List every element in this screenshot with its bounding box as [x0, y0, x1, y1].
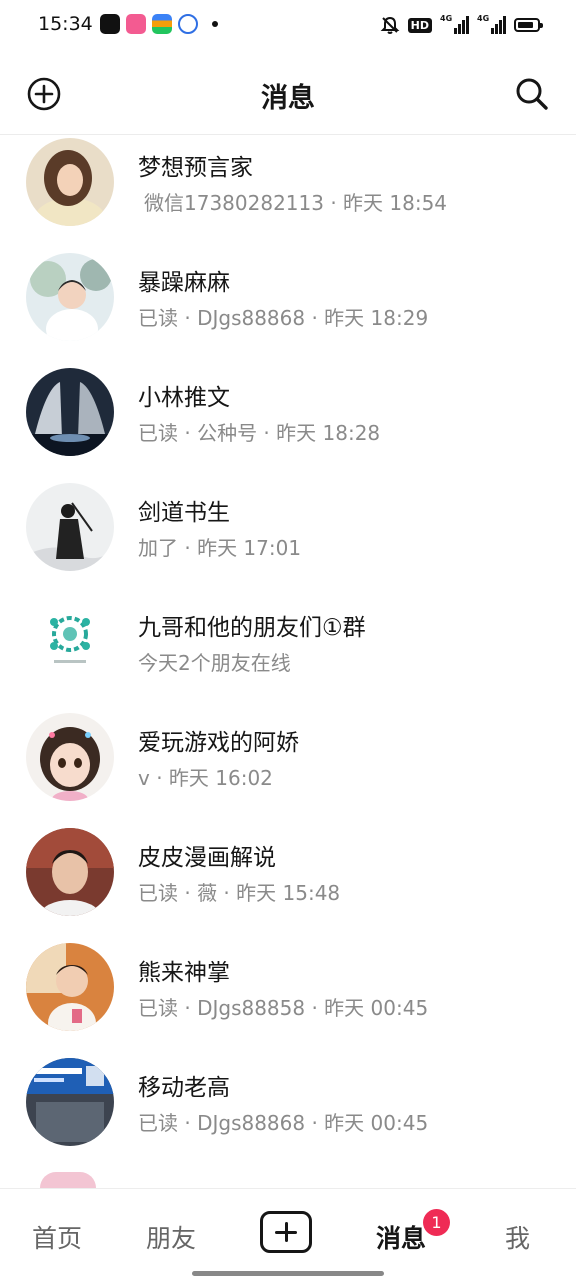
conversation-row[interactable]: 暴躁麻麻 已读 · DJgs88868 · 昨天 18:29 [0, 250, 576, 365]
conversation-row[interactable]: 熊来神掌 已读 · DJgs88858 · 昨天 00:45 [0, 940, 576, 1055]
conversation-preview: v · 昨天 16:02 [138, 766, 273, 790]
conversation-list: 梦想预言家 微信17380282113 · 昨天 18:54 暴躁麻麻 已读 ·… [0, 135, 576, 1170]
conversation-preview: 已读 · DJgs88868 · 昨天 00:45 [138, 1111, 429, 1135]
conversation-preview: 今天2个朋友在线 [138, 651, 291, 675]
tab-friends[interactable]: 朋友 [146, 1219, 196, 1255]
avatar[interactable] [26, 368, 114, 456]
conversation-preview: 微信17380282113 · 昨天 18:54 [144, 191, 448, 215]
conversation-name: 小林推文 [138, 385, 230, 411]
conversation-name: 剑道书生 [138, 500, 230, 526]
tab-messages[interactable]: 消息 [376, 1219, 426, 1255]
conversation-preview: 加了 · 昨天 17:01 [138, 536, 302, 560]
conversation-name: 皮皮漫画解说 [138, 845, 276, 871]
wallet-app-icon [152, 14, 172, 34]
hd-badge: HD [407, 17, 432, 33]
conversation-preview: 已读 · DJgs88858 · 昨天 00:45 [138, 996, 429, 1020]
conversation-name: 移动老高 [138, 1075, 230, 1101]
tab-home[interactable]: 首页 [32, 1219, 82, 1255]
status-bar: 15:34 HD 4G 4G [0, 0, 576, 52]
avatar[interactable] [26, 138, 114, 226]
plus-box-icon[interactable] [260, 1211, 312, 1253]
tiktok-app-icon [100, 14, 120, 34]
tab-me[interactable]: 我 [505, 1219, 530, 1255]
conversation-name: 九哥和他的朋友们①群 [138, 615, 366, 641]
conversation-name: 暴躁麻麻 [138, 270, 230, 296]
unread-badge: 1 [423, 1209, 450, 1236]
conversation-row[interactable]: 梦想预言家 微信17380282113 · 昨天 18:54 [0, 135, 576, 250]
more-notifications-dot [212, 21, 218, 27]
status-system-icons: HD 4G 4G [380, 14, 543, 35]
conversation-row[interactable]: 小林推文 已读 · 公种号 · 昨天 18:28 [0, 365, 576, 480]
network-label-1: 4G [440, 14, 453, 23]
baidu-app-icon [178, 14, 198, 34]
mute-bell-icon [380, 16, 400, 34]
avatar[interactable] [26, 253, 114, 341]
avatar[interactable] [26, 713, 114, 801]
network-label-2: 4G [477, 14, 490, 23]
status-time: 15:34 [38, 13, 93, 35]
avatar[interactable] [26, 828, 114, 916]
conversation-row[interactable]: 九哥和他的朋友们①群 今天2个朋友在线 [0, 595, 576, 710]
conversation-preview: 已读 · 公种号 · 昨天 18:28 [138, 421, 381, 445]
conversation-name: 熊来神掌 [138, 960, 230, 986]
page-header: 消息 [0, 52, 576, 135]
bottom-nav: 首页 朋友 消息 1 我 [0, 1188, 576, 1281]
battery-icon [514, 18, 543, 32]
conversation-row[interactable]: 剑道书生 加了 · 昨天 17:01 [0, 480, 576, 595]
status-app-icons [100, 14, 218, 34]
avatar[interactable] [26, 483, 114, 571]
conversation-preview: 已读 · 薇 · 昨天 15:48 [138, 881, 341, 905]
avatar[interactable] [26, 1058, 114, 1146]
conversation-preview: 已读 · DJgs88868 · 昨天 18:29 [138, 306, 429, 330]
home-indicator[interactable] [192, 1271, 384, 1276]
search-icon[interactable] [514, 76, 550, 112]
next-avatar-partial [40, 1172, 96, 1188]
avatar[interactable] [26, 943, 114, 1031]
conversation-row[interactable]: 爱玩游戏的阿娇 v · 昨天 16:02 [0, 710, 576, 825]
conversation-row[interactable]: 皮皮漫画解说 已读 · 薇 · 昨天 15:48 [0, 825, 576, 940]
group-avatar[interactable] [26, 598, 114, 686]
signal-1-icon: 4G [440, 14, 469, 34]
conversation-name: 梦想预言家 [138, 155, 253, 181]
pink-app-icon [126, 14, 146, 34]
conversation-row[interactable]: 移动老高 已读 · DJgs88868 · 昨天 00:45 [0, 1055, 576, 1170]
page-title: 消息 [261, 83, 315, 114]
conversation-name: 爱玩游戏的阿娇 [138, 730, 299, 756]
signal-2-icon: 4G [477, 14, 506, 34]
